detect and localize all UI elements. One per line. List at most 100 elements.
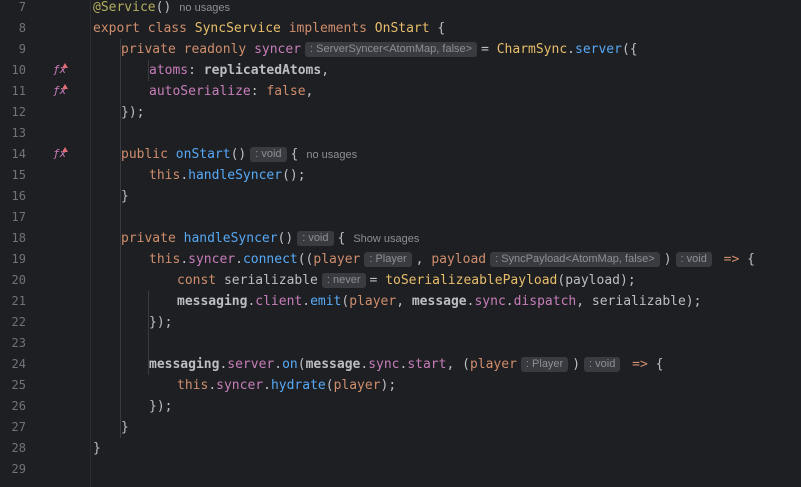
line-number[interactable]: 13	[0, 123, 26, 144]
line-number[interactable]: 14	[0, 144, 26, 165]
type-inlay-hint[interactable]: : void	[584, 357, 621, 372]
line-number[interactable]: 21	[0, 291, 26, 312]
type-inlay-hint[interactable]: : never	[321, 273, 366, 288]
code-token: private	[121, 231, 176, 246]
code-text[interactable]: @Service() no usages	[93, 0, 230, 19]
line-number[interactable]: 24	[0, 354, 26, 375]
code-text[interactable]: const serializable: never = toSerializeab…	[177, 270, 636, 291]
line-number[interactable]: 18	[0, 228, 26, 249]
code-text[interactable]: });	[121, 102, 144, 123]
show-usages-link[interactable]: Show usages	[353, 233, 419, 245]
code-text[interactable]: }	[121, 186, 129, 207]
code-text[interactable]: export class SyncService implements OnSt…	[93, 18, 445, 39]
code-token: @Service	[93, 0, 156, 15]
code-token: ()	[277, 231, 294, 246]
line-number[interactable]: 26	[0, 396, 26, 417]
line-number[interactable]: 29	[0, 459, 26, 480]
usages-hint[interactable]: no usages	[306, 149, 357, 161]
line-number[interactable]: 12	[0, 102, 26, 123]
line-number[interactable]: 28	[0, 438, 26, 459]
code-token: atoms	[149, 63, 189, 78]
code-token: server	[227, 357, 275, 372]
line-number[interactable]: 10	[0, 60, 26, 81]
override-function-icon[interactable]: ƒx	[53, 84, 68, 98]
type-inlay-hint[interactable]: : Player	[364, 252, 412, 267]
code-token: ()	[155, 0, 172, 15]
code-token: player	[313, 252, 361, 267]
code-token: }	[93, 441, 101, 456]
line-number[interactable]: 23	[0, 333, 26, 354]
code-token: dispatch	[513, 294, 577, 309]
code-token: =	[369, 273, 378, 288]
code-token: ((	[297, 252, 314, 267]
code-token: ,	[321, 63, 330, 78]
type-inlay-hint[interactable]: : void	[675, 252, 712, 267]
code-token: payload	[431, 252, 487, 267]
code-token: .	[208, 378, 217, 393]
code-text[interactable]: this.syncer.hydrate(player);	[177, 375, 396, 396]
code-text[interactable]: public onStart(): void{no usages	[121, 144, 357, 166]
code-text[interactable]: messaging.server.on(message.sync.start, …	[149, 354, 663, 375]
type-inlay-hint[interactable]: : Player	[520, 357, 569, 372]
type-inlay-hint[interactable]: : ServerSyncer<AtomMap, false>	[305, 42, 478, 57]
code-token: serializable	[223, 273, 318, 288]
line-number[interactable]: 8	[0, 18, 26, 39]
line-number[interactable]: 20	[0, 270, 26, 291]
code-token: server	[575, 42, 622, 57]
code-token: .	[180, 252, 189, 267]
code-token: class	[147, 21, 187, 36]
code-token: this	[177, 378, 209, 393]
code-token: ();	[282, 168, 306, 183]
code-text[interactable]: });	[149, 312, 172, 333]
code-token: implements	[288, 21, 367, 36]
code-line[interactable]: 7 @Service() no usages	[0, 0, 801, 18]
code-text[interactable]: }	[93, 438, 101, 459]
code-token: {	[747, 252, 755, 267]
type-inlay-hint[interactable]: : SyncPayload<AtomMap, false>	[490, 252, 660, 267]
code-token: hydrate	[270, 378, 326, 393]
code-token: sync	[474, 294, 506, 309]
code-text[interactable]: private handleSyncer(): void{Show usages	[121, 228, 419, 250]
code-text[interactable]: atoms: replicatedAtoms,	[149, 60, 329, 81]
code-text[interactable]: }	[121, 417, 129, 438]
code-text[interactable]: autoSerialize: false,	[149, 81, 313, 102]
usages-hint[interactable]: no usages	[179, 2, 230, 14]
code-text[interactable]: this.syncer.connect((player: Player, pay…	[149, 249, 755, 270]
code-line[interactable]: 29	[0, 459, 801, 480]
code-text[interactable]: private readonly syncer: ServerSyncer<At…	[121, 39, 638, 60]
override-function-icon[interactable]: ƒx	[53, 147, 68, 161]
code-token: (	[297, 357, 306, 372]
line-number[interactable]: 22	[0, 312, 26, 333]
line-number[interactable]: 15	[0, 165, 26, 186]
type-inlay-hint[interactable]: : void	[297, 231, 334, 246]
code-token: );	[380, 378, 397, 393]
code-line[interactable]: 28}	[0, 438, 801, 459]
code-token: {	[290, 147, 299, 162]
line-number[interactable]: 9	[0, 39, 26, 60]
code-token: syncer	[216, 378, 264, 393]
line-number[interactable]: 7	[0, 0, 26, 18]
code-text[interactable]: messaging.client.emit(player, message.sy…	[177, 291, 701, 312]
indent-guide	[120, 39, 121, 438]
code-token: (payload);	[557, 273, 636, 288]
override-function-icon[interactable]: ƒx	[53, 63, 68, 77]
type-inlay-hint[interactable]: : void	[250, 147, 287, 162]
code-token: replicatedAtoms	[203, 63, 322, 78]
code-line[interactable]: 8 export class SyncService implements OnS…	[0, 18, 801, 39]
code-text[interactable]: });	[149, 396, 172, 417]
code-token: client	[255, 294, 303, 309]
line-number[interactable]: 25	[0, 375, 26, 396]
line-number[interactable]: 16	[0, 186, 26, 207]
code-token: serializable);	[591, 294, 702, 309]
code-token: this	[149, 252, 181, 267]
code-text[interactable]: this.handleSyncer();	[149, 165, 306, 186]
line-number[interactable]: 11	[0, 81, 26, 102]
code-token: const	[177, 273, 217, 288]
line-number[interactable]: 19	[0, 249, 26, 270]
code-token: autoSerialize	[149, 84, 251, 99]
line-number[interactable]: 17	[0, 207, 26, 228]
code-token: (	[462, 357, 470, 372]
code-token: }	[121, 189, 129, 204]
line-number[interactable]: 27	[0, 417, 26, 438]
code-token: ,	[446, 357, 455, 372]
